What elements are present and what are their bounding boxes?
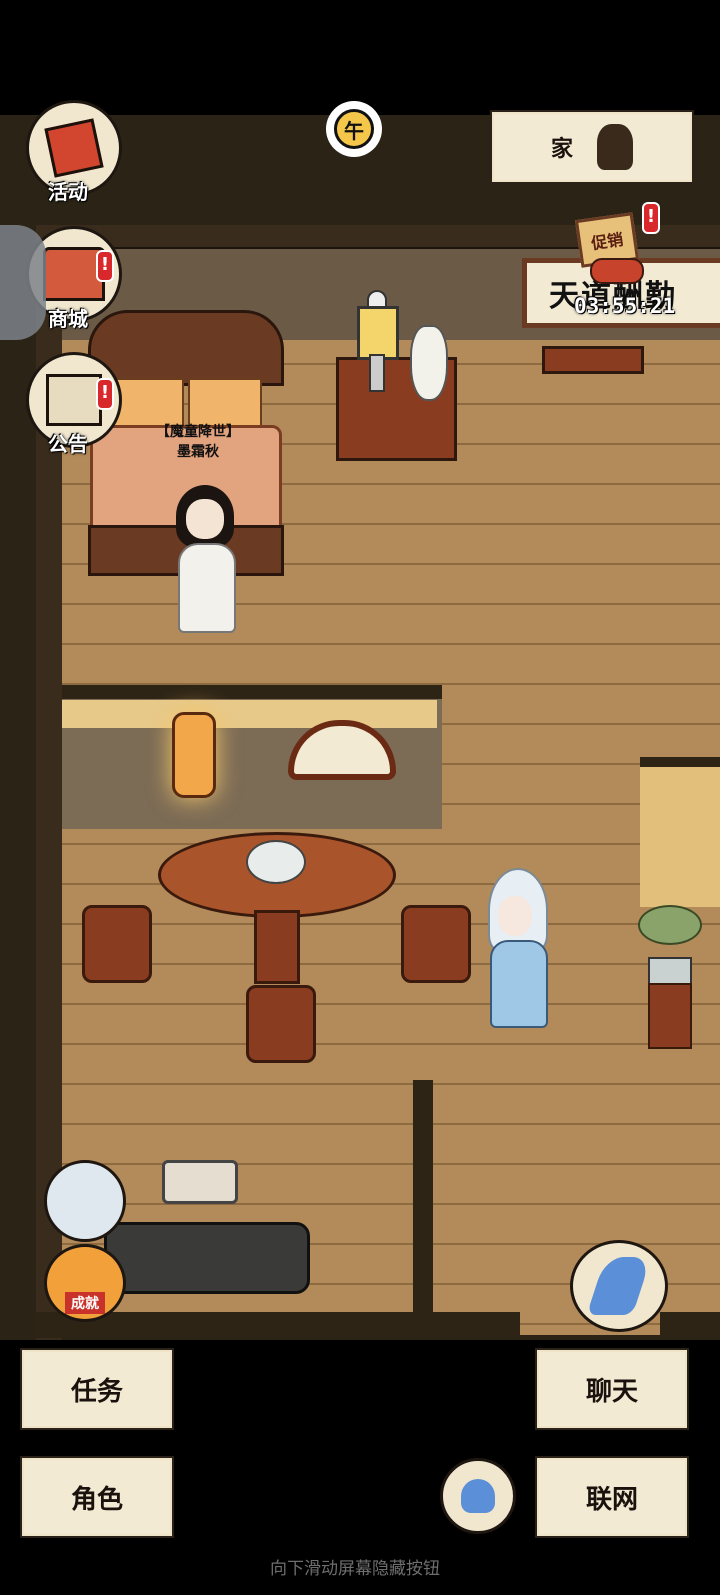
notice-alert-badge: ! [96, 378, 114, 410]
floating-edge-tab[interactable] [0, 225, 46, 340]
network-button[interactable]: 联网 [535, 1456, 689, 1538]
npc-character[interactable] [168, 485, 242, 633]
sun-time-icon: 午 [318, 93, 390, 165]
lantern [172, 712, 216, 798]
location-label: 家 [550, 136, 573, 162]
activity-label: 活动 [48, 180, 88, 204]
tea-table[interactable] [158, 832, 396, 984]
tea-table-leg [254, 910, 300, 984]
flag-icon [44, 118, 104, 178]
bonsai-plant [632, 905, 702, 1049]
achievement-label: 成就 [65, 1292, 105, 1314]
achievement-button[interactable]: 成就 [44, 1244, 126, 1322]
qin-table[interactable] [104, 1222, 310, 1294]
stool-front[interactable] [246, 985, 316, 1063]
run-button[interactable] [570, 1240, 668, 1332]
table-lamp [355, 290, 399, 395]
bed-headboard [88, 310, 284, 386]
notice-label: 公告 [48, 432, 88, 456]
companion-avatar[interactable] [44, 1160, 126, 1242]
cushion[interactable] [162, 1160, 238, 1204]
shop-alert-badge: ! [96, 250, 114, 282]
stool-left[interactable] [82, 905, 152, 983]
task-button[interactable]: 任务 [20, 1348, 174, 1430]
role-button[interactable]: 角色 [20, 1456, 174, 1538]
sun-time-glyph: 午 [344, 118, 364, 143]
promo-goods-icon [590, 258, 644, 284]
npc-name-tag: 【魔童降世】 墨霜秋 [130, 422, 266, 462]
partition-wall-top-light [62, 700, 437, 728]
shop-label: 商城 [48, 307, 88, 331]
running-figure-icon [586, 1257, 652, 1315]
location-avatar-icon [597, 124, 633, 170]
location-panel[interactable]: 家 [490, 110, 694, 184]
chat-button[interactable]: 聊天 [535, 1348, 689, 1430]
role-button-label: 角色 [70, 1484, 123, 1515]
promo-sign-text: 促销 [590, 229, 625, 254]
meditation-figure-icon [461, 1479, 495, 1513]
notice-board-icon [46, 374, 102, 426]
meditate-button[interactable] [440, 1458, 516, 1534]
player-character[interactable] [482, 868, 554, 1028]
chat-button-label: 聊天 [585, 1376, 638, 1407]
bottom-beam-right [660, 1312, 720, 1338]
promo-button[interactable]: 促销 ! [572, 202, 662, 290]
promo-alert-badge: ! [642, 202, 660, 234]
npc-title: 【魔童降世】 [156, 424, 240, 440]
footer-hint: 向下滑动屏幕隐藏按钮 [270, 1559, 440, 1579]
task-button-label: 任务 [70, 1376, 123, 1407]
promo-timer: 03:55:21 [574, 294, 676, 318]
vertical-post [413, 1080, 433, 1312]
npc-name: 墨霜秋 [177, 444, 219, 460]
bottom-beam [36, 1312, 520, 1338]
right-partition [640, 757, 720, 907]
wall-shelf [542, 346, 644, 374]
network-button-label: 联网 [585, 1484, 638, 1515]
stool-right[interactable] [401, 905, 471, 983]
teapot-icon [246, 840, 306, 884]
vase [410, 325, 448, 401]
